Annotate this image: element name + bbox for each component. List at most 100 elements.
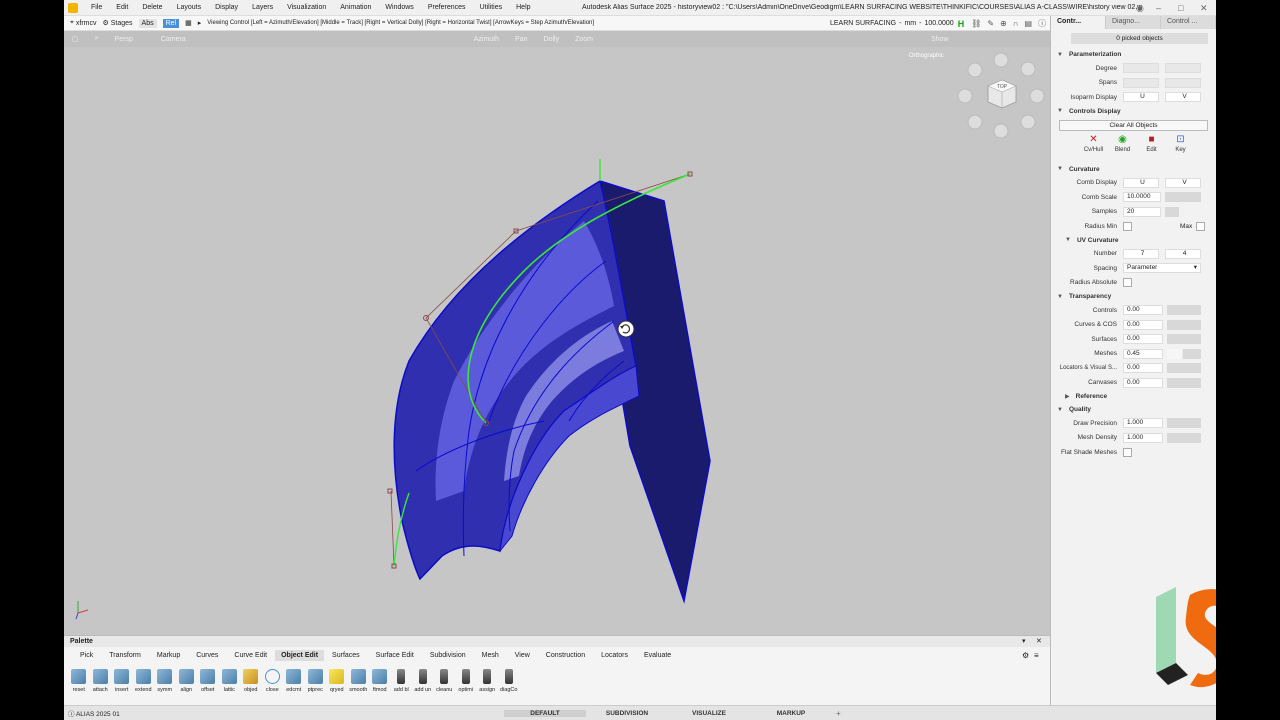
max-checkbox[interactable] (1196, 221, 1206, 231)
blend-toggle[interactable]: ◉ Blend (1108, 133, 1137, 163)
transparency-field[interactable]: 0.00 (1123, 305, 1163, 316)
palette-tab-subdivision[interactable]: Subdivision (422, 652, 474, 659)
add-workspace-button[interactable]: + (836, 709, 841, 718)
camera-label[interactable]: Camera (161, 36, 186, 43)
comb-scale-field[interactable]: 10.0000 (1123, 192, 1161, 203)
key-toggle[interactable]: ⊡ Key (1166, 133, 1195, 163)
palette-tab-pick[interactable]: Pick (72, 652, 101, 659)
transparency-slider[interactable] (1167, 377, 1201, 388)
show-label[interactable]: Show (931, 36, 949, 43)
menu-preferences[interactable]: Preferences (421, 4, 473, 11)
number-u-field[interactable]: 7 (1123, 248, 1159, 259)
spans-u-field[interactable] (1123, 77, 1159, 88)
degree-v-field[interactable] (1165, 63, 1201, 74)
rel-toggle[interactable]: Rel (162, 18, 180, 28)
layout-icon[interactable]: ▤ (1025, 19, 1033, 28)
tool-edcmt[interactable]: edcmt (283, 663, 305, 705)
palette-settings-icon[interactable]: ⚙ (1022, 651, 1029, 660)
palette-tab-mesh[interactable]: Mesh (474, 652, 507, 659)
comb-v-toggle[interactable]: V (1165, 177, 1201, 188)
menu-layouts[interactable]: Layouts (170, 4, 209, 11)
parameterization-header[interactable]: ▼ Parameterization (1051, 48, 1216, 61)
grid-icon[interactable]: ▦ (185, 19, 192, 27)
tool-assign[interactable]: assign (477, 663, 499, 705)
workspace-markup[interactable]: MARKUP (750, 710, 832, 717)
model-scene[interactable]: TOP (64, 31, 1050, 635)
zoom-label[interactable]: Zoom (575, 36, 593, 43)
tool-reset[interactable]: reset (68, 663, 90, 705)
spans-v-field[interactable] (1165, 77, 1201, 88)
palette-tab-surfaces[interactable]: Surfaces (324, 652, 368, 659)
pan-label[interactable]: Pan (515, 36, 527, 43)
workspace-default[interactable]: DEFAULT (504, 709, 586, 717)
radius-absolute-checkbox[interactable] (1123, 278, 1132, 288)
transparency-slider[interactable] (1167, 319, 1201, 330)
tool-ftmod[interactable]: ftmod (369, 663, 391, 705)
menu-layers[interactable]: Layers (245, 4, 280, 11)
cv-hull-toggle[interactable]: ✕ Cv/Hull (1079, 133, 1108, 163)
play-icon[interactable]: ▸ (198, 19, 202, 27)
menu-help[interactable]: Help (509, 4, 537, 11)
menu-animation[interactable]: Animation (333, 4, 378, 11)
palette-tab-evaluate[interactable]: Evaluate (636, 652, 679, 659)
workspace-subdivision[interactable]: SUBDIVISION (586, 710, 668, 717)
stages-button[interactable]: ⚙ Stages (103, 19, 133, 28)
palette-tab-view[interactable]: View (507, 652, 538, 659)
current-tool[interactable]: ⌖ xfrmcv (70, 19, 97, 27)
menu-edit[interactable]: Edit (109, 4, 135, 11)
tool-add-bl[interactable]: add bl (391, 663, 413, 705)
tool-add-un[interactable]: add un (412, 663, 434, 705)
vp-search-icon[interactable]: ⌕ (95, 35, 99, 43)
tool-close[interactable]: close (262, 663, 284, 705)
tool-align[interactable]: align (176, 663, 198, 705)
menu-display[interactable]: Display (208, 4, 245, 11)
controls-display-header[interactable]: ▼ Controls Display (1051, 105, 1216, 118)
viewport[interactable]: TOP ▢ ⌕ Persp Camera Azimuth Pan Dolly Z… (64, 31, 1050, 635)
magnet-icon[interactable]: ∩ (1013, 19, 1019, 28)
degree-u-field[interactable] (1123, 63, 1159, 74)
tool-smooth[interactable]: smooth (348, 663, 370, 705)
tool-offset[interactable]: offset (197, 663, 219, 705)
menu-file[interactable]: File (84, 4, 109, 11)
palette-tab-locators[interactable]: Locators (593, 652, 636, 659)
link-icon[interactable]: ⛓ (971, 19, 981, 28)
curvature-header[interactable]: ▼ Curvature (1051, 163, 1216, 176)
transparency-slider[interactable] (1167, 348, 1201, 359)
number-v-field[interactable]: 4 (1165, 248, 1201, 259)
transparency-header[interactable]: ▼ Transparency (1051, 290, 1216, 303)
reference-header[interactable]: ▶ Reference (1051, 390, 1216, 403)
comb-scale-slider[interactable] (1165, 192, 1201, 203)
workspace-visualize[interactable]: VISUALIZE (668, 710, 750, 717)
edit-toggle[interactable]: ■ Edit (1137, 133, 1166, 163)
azimuth-label[interactable]: Azimuth (474, 36, 499, 43)
tool-ptprec[interactable]: ptprec (305, 663, 327, 705)
tool-optimi[interactable]: optimi (455, 663, 477, 705)
transparency-field[interactable]: 0.00 (1123, 319, 1163, 330)
tool-diagco[interactable]: diagCo (498, 663, 520, 705)
tool-cleanu[interactable]: cleanu (434, 663, 456, 705)
menu-windows[interactable]: Windows (378, 4, 420, 11)
palette-tab-curve-edit[interactable]: Curve Edit (226, 652, 275, 659)
snap-icon[interactable]: ⊕ (1000, 19, 1007, 28)
tool-symm[interactable]: symm (154, 663, 176, 705)
clear-all-objects-button[interactable]: Clear All Objects (1059, 119, 1208, 131)
palette-tab-transform[interactable]: Transform (101, 652, 149, 659)
mesh-density-slider[interactable] (1167, 432, 1201, 443)
dolly-label[interactable]: Dolly (544, 36, 560, 43)
user-icon[interactable]: ◉ (1136, 3, 1144, 14)
tool-objed[interactable]: objed (240, 663, 262, 705)
history-icon[interactable]: H (958, 19, 965, 29)
info-icon[interactable]: ⓘ (1038, 18, 1046, 29)
tab-controls[interactable]: Contr... (1051, 16, 1106, 29)
quality-header[interactable]: ▼ Quality (1051, 403, 1216, 416)
palette-list-icon[interactable]: ≡ (1034, 651, 1039, 660)
samples-field[interactable]: 20 (1123, 206, 1161, 217)
radius-min-checkbox[interactable] (1123, 221, 1132, 231)
draw-precision-slider[interactable] (1167, 418, 1201, 429)
tool-attach[interactable]: attach (90, 663, 112, 705)
tool-lattic[interactable]: lattic (219, 663, 241, 705)
menu-delete[interactable]: Delete (135, 4, 169, 11)
transparency-field[interactable]: 0.45 (1123, 348, 1163, 359)
isoparm-u-toggle[interactable]: U (1123, 92, 1159, 103)
vp-icon[interactable]: ▢ (72, 35, 79, 43)
